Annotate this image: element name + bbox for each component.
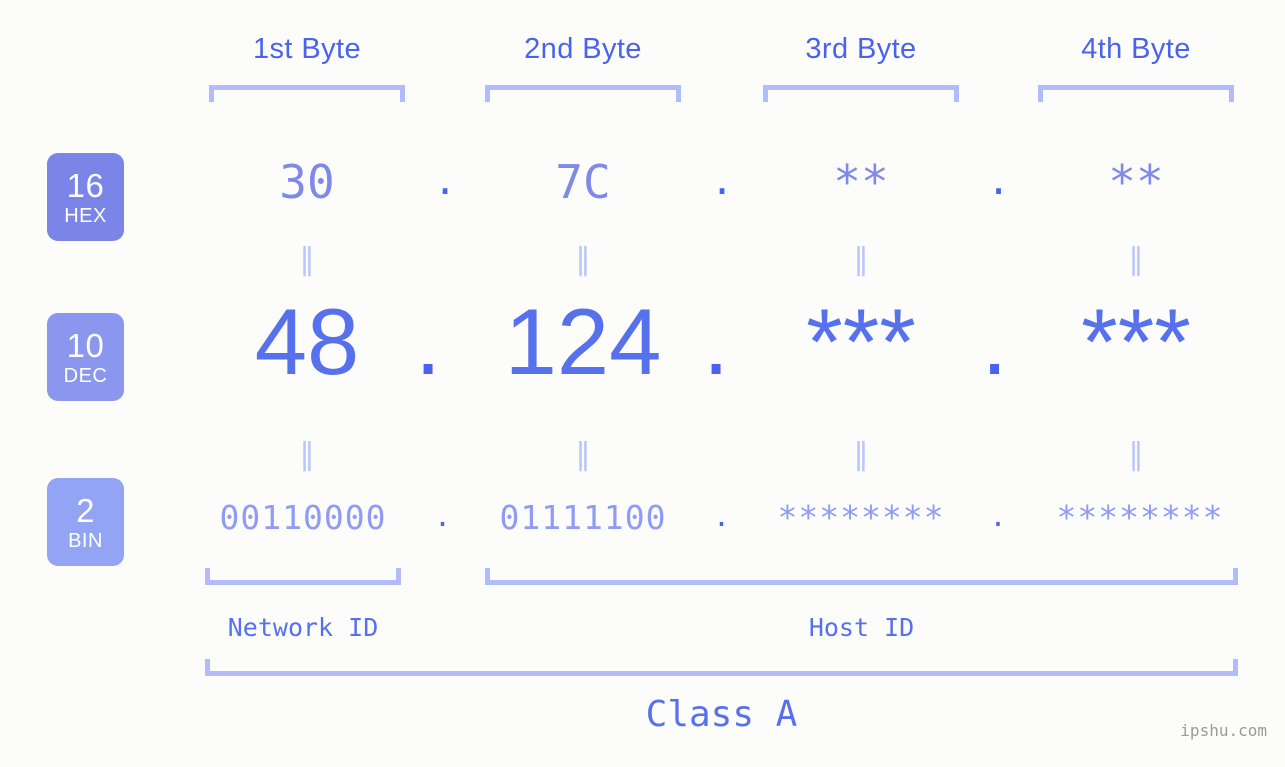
equals-dec-bin-3: ‖ — [853, 437, 869, 472]
hex-separator-3: . — [991, 151, 1006, 205]
base-badge-bin: 2 BIN — [47, 478, 124, 566]
hex-byte-2: 7C — [555, 155, 611, 209]
bin-byte-1: 00110000 — [219, 498, 387, 537]
hex-byte-1: 30 — [279, 155, 335, 209]
equals-hex-dec-4: ‖ — [1128, 242, 1144, 277]
equals-dec-bin-1: ‖ — [299, 437, 315, 472]
equals-dec-bin-2: ‖ — [575, 437, 591, 472]
byte-bracket-4 — [1038, 85, 1234, 102]
equals-hex-dec-2: ‖ — [575, 242, 591, 277]
bin-separator-1: . — [437, 495, 449, 534]
byte-header-2: 2nd Byte — [524, 33, 642, 65]
bin-byte-3: ******** — [777, 498, 945, 537]
base-badge-dec-number: 10 — [66, 326, 105, 364]
hex-separator-2: . — [714, 151, 730, 205]
dec-byte-2: 124 — [504, 289, 662, 394]
network-id-label: Network ID — [227, 613, 379, 642]
dec-separator-2: . — [702, 289, 730, 394]
byte-bracket-2 — [485, 85, 681, 102]
base-badge-dec: 10 DEC — [47, 313, 124, 401]
base-badge-hex: 16 HEX — [47, 153, 124, 241]
dec-byte-1: 48 — [254, 289, 360, 394]
hex-byte-3: ** — [833, 155, 889, 209]
bin-byte-2: 01111100 — [499, 498, 667, 537]
bin-separator-2: . — [716, 495, 728, 534]
watermark: ipshu.com — [1180, 721, 1267, 740]
base-badge-hex-number: 16 — [66, 166, 105, 204]
base-badge-hex-abbr: HEX — [64, 204, 107, 227]
byte-bracket-1 — [209, 85, 405, 102]
class-label: Class A — [645, 694, 798, 735]
host-id-bracket — [485, 568, 1238, 585]
base-badge-bin-abbr: BIN — [68, 529, 103, 552]
dec-byte-3: *** — [806, 289, 916, 394]
base-badge-bin-number: 2 — [76, 491, 95, 529]
dec-byte-4: *** — [1081, 289, 1191, 394]
byte-header-4: 4th Byte — [1081, 33, 1191, 65]
bin-separator-3: . — [992, 495, 1005, 534]
bin-byte-4: ******** — [1056, 498, 1224, 537]
byte-bracket-3 — [763, 85, 959, 102]
ip-address-breakdown-diagram: 1st Byte 2nd Byte 3rd Byte 4th Byte 16 H… — [0, 0, 1285, 767]
base-badge-dec-abbr: DEC — [63, 364, 108, 387]
equals-hex-dec-1: ‖ — [299, 242, 315, 277]
dec-separator-1: . — [414, 289, 442, 394]
host-id-label: Host ID — [808, 613, 915, 642]
class-bracket — [205, 659, 1238, 676]
network-id-bracket — [205, 568, 401, 585]
byte-header-1: 1st Byte — [253, 33, 361, 65]
equals-hex-dec-3: ‖ — [853, 242, 869, 277]
hex-separator-1: . — [437, 151, 453, 205]
dec-separator-3: . — [981, 289, 1008, 394]
equals-dec-bin-4: ‖ — [1128, 437, 1144, 472]
hex-byte-4: ** — [1108, 155, 1164, 209]
byte-header-3: 3rd Byte — [805, 33, 917, 65]
